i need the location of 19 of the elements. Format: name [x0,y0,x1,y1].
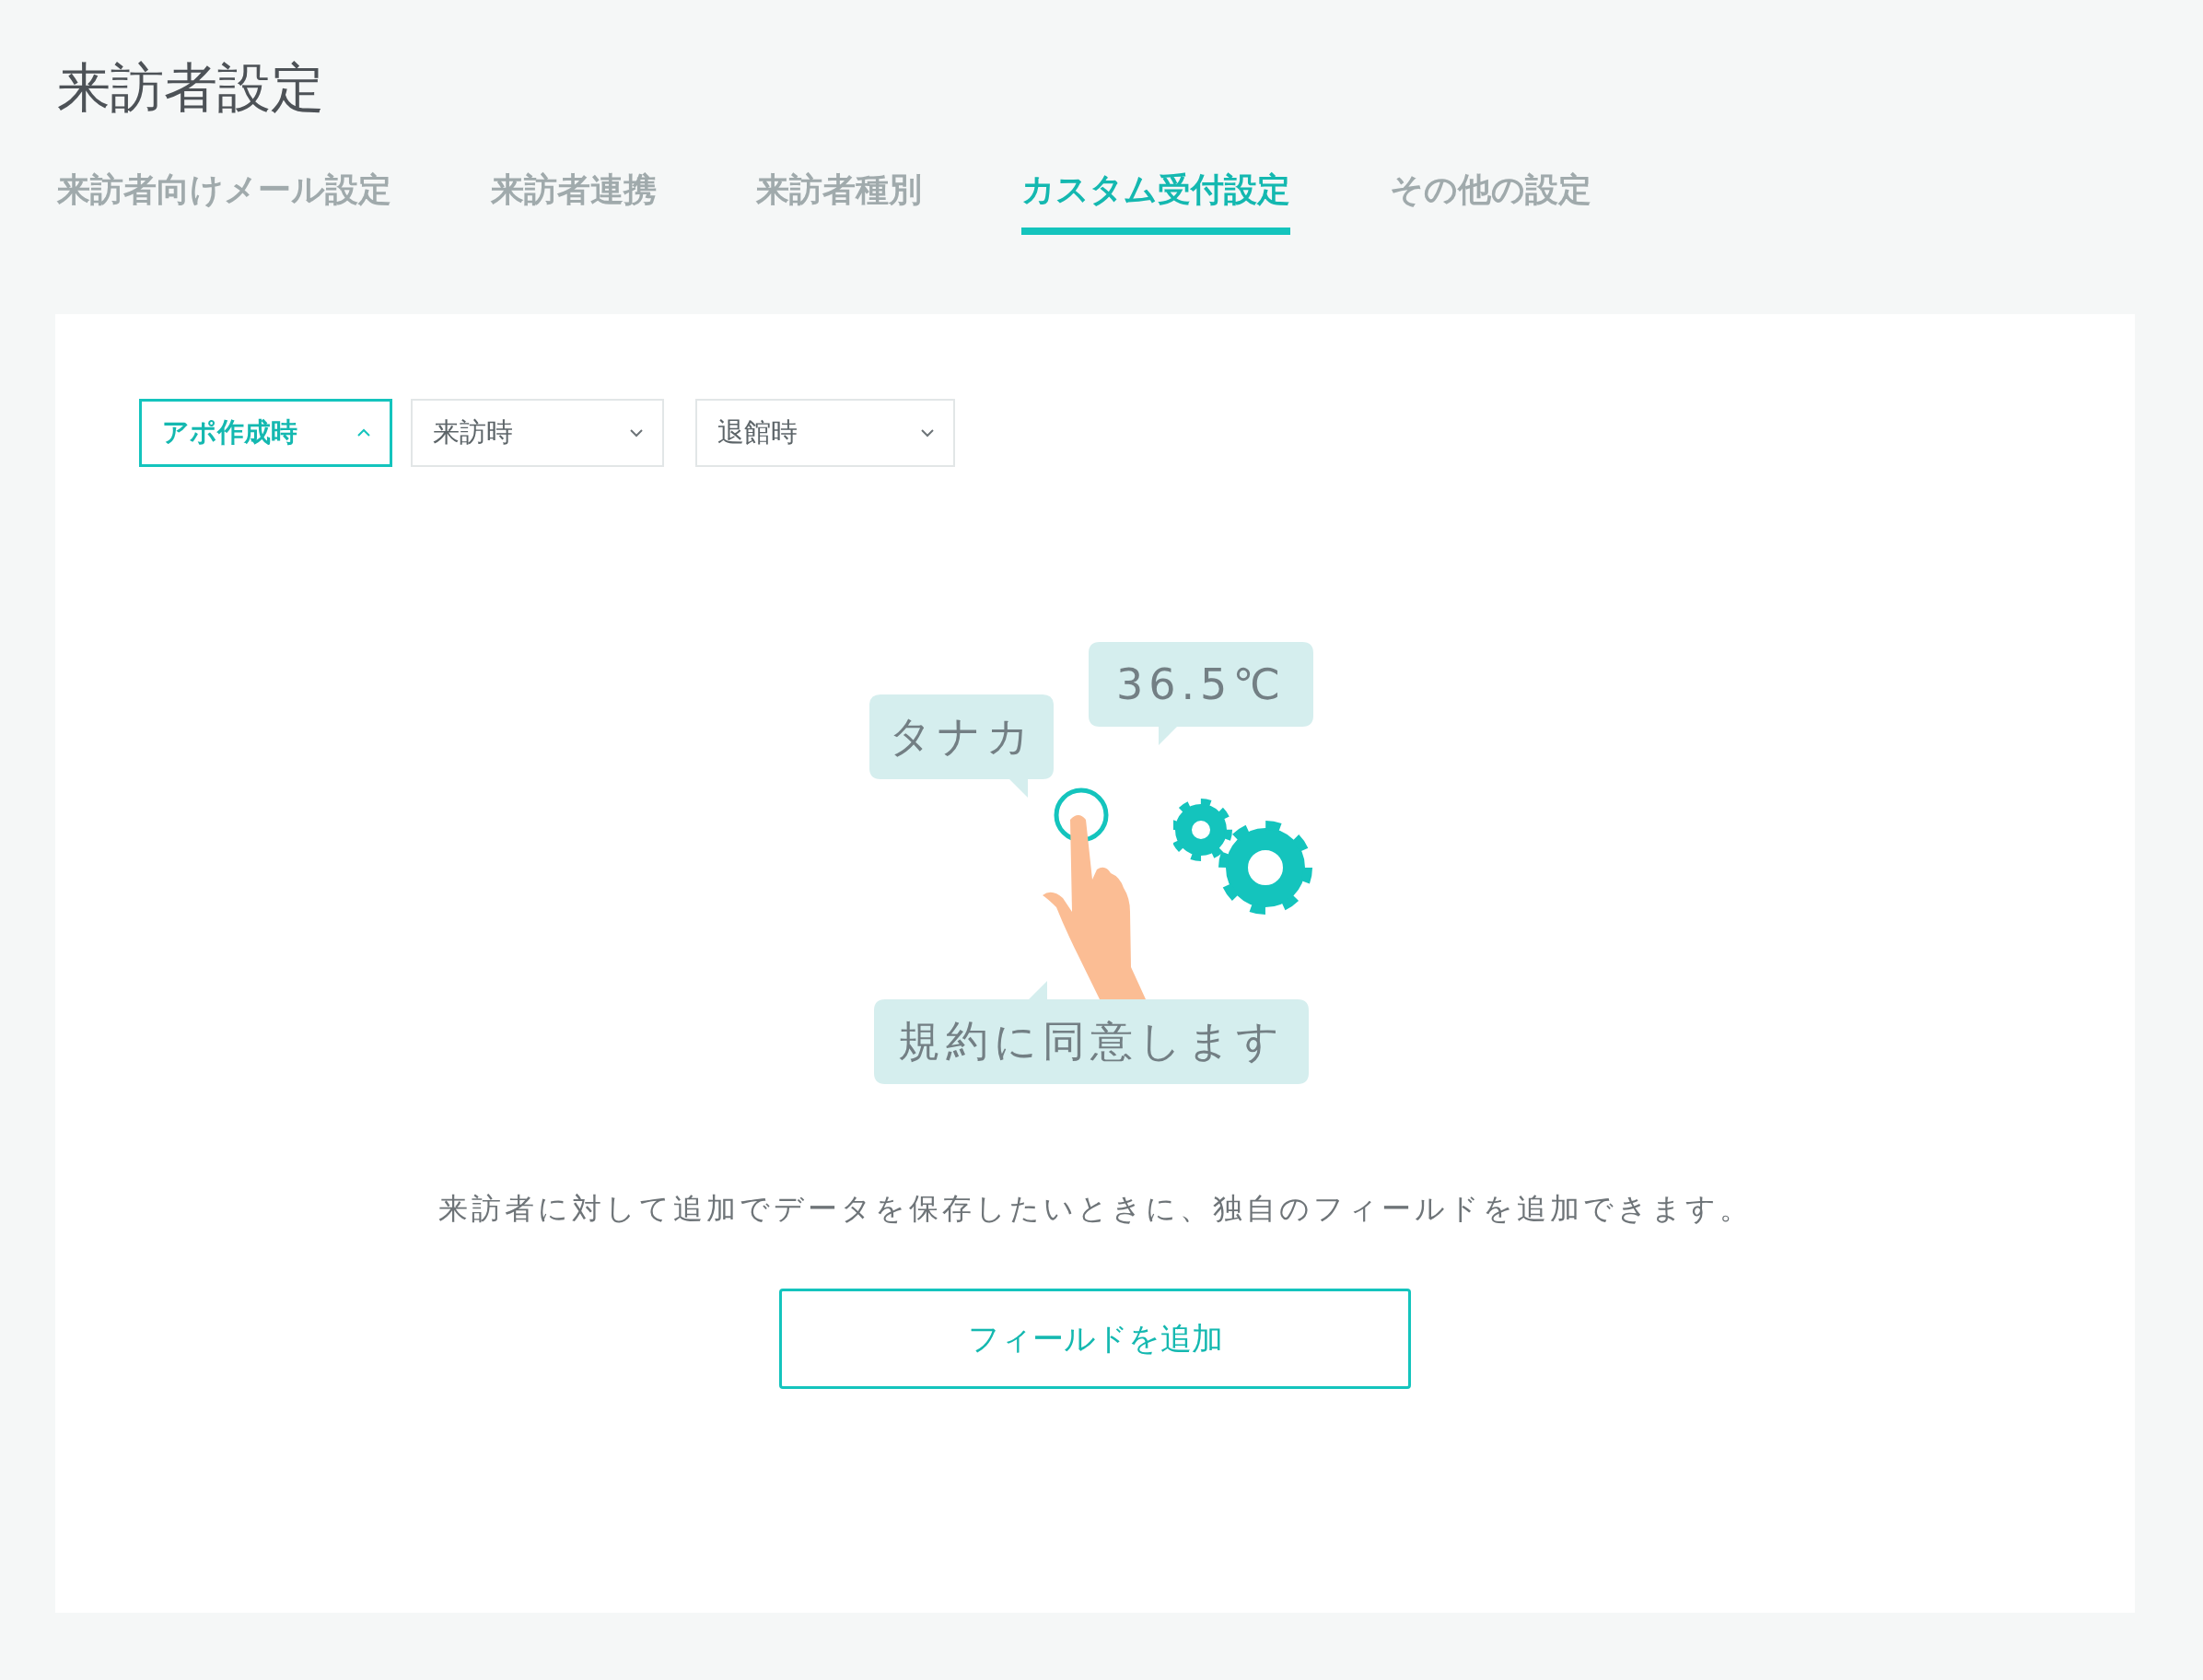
speech-bubble: 規約に同意します [874,981,1309,1084]
tab[interactable]: カスタム受付設定 [1021,168,1290,235]
description-text: 来訪者に対して追加でデータを保存したいときに、独自のフィールドを追加できます。 [437,1190,1753,1228]
tab[interactable]: 来訪者向けメール設定 [57,168,391,235]
gears-icon [1173,799,1313,916]
page-title: 来訪者設定 [56,55,325,120]
tab[interactable]: その他の設定 [1390,168,1591,235]
speech-bubble: 36.5℃ [1089,642,1313,745]
chevron-down-icon [920,428,935,438]
add-field-button[interactable]: フィールドを追加 [779,1289,1411,1389]
speech-bubble: タナカ [869,694,1054,798]
tab[interactable]: 来訪者種別 [756,168,922,235]
dropdown[interactable]: 来訪時 [411,399,664,467]
dropdown[interactable]: 退館時 [695,399,955,467]
tab[interactable]: 来訪者連携 [491,168,657,235]
dropdown[interactable]: アポ作成時 [139,399,392,467]
chevron-down-icon [629,428,644,438]
tap-ring-icon [1053,787,1110,844]
chevron-up-icon [356,428,371,438]
